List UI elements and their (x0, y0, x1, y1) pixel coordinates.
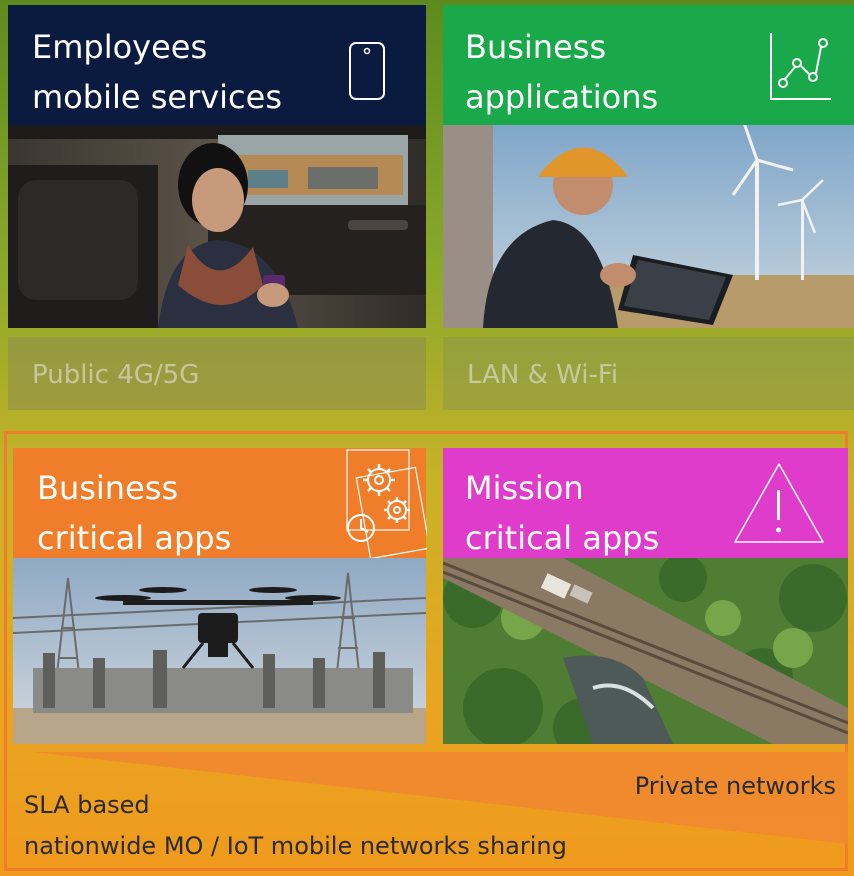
employee-in-car-photo (8, 125, 426, 328)
lan-wifi-band: LAN & Wi-Fi (443, 337, 854, 410)
public-4g-5g-band: Public 4G/5G (8, 337, 426, 410)
business-critical-apps-header: Business critical apps (13, 448, 427, 558)
network-label: LAN & Wi-Fi (467, 360, 619, 390)
smartphone-icon (349, 42, 385, 100)
top-section: Employees mobile services Public 4G/5G B… (0, 0, 854, 410)
employees-mobile-services-header: Employees mobile services (8, 5, 426, 125)
tile-title-line1: Employees (32, 28, 208, 66)
tile-title-line2: critical apps (37, 519, 232, 557)
chart-icon (770, 33, 831, 100)
network-label: Public 4G/5G (32, 360, 200, 390)
tile-title-line1: Mission (465, 469, 584, 507)
mission-critical-apps-header: Mission critical apps (443, 448, 848, 558)
tile-title-line2: applications (465, 78, 659, 116)
worker-wind-turbines-photo (443, 125, 854, 328)
sla-based-label: SLA based (24, 791, 150, 819)
tile-title-line2: critical apps (465, 519, 660, 557)
network-sharing-label: nationwide MO / IoT mobile networks shar… (24, 832, 567, 860)
private-networks-label: Private networks (634, 772, 836, 800)
gears-clock-icon (346, 449, 427, 558)
tile-title-line2: mobile services (32, 78, 282, 116)
damaged-railway-photo (443, 558, 848, 744)
tile-title-line1: Business (465, 28, 607, 66)
drone-substation-photo (13, 558, 426, 744)
business-applications-header: Business applications (443, 5, 854, 125)
tile-title-line1: Business (37, 469, 179, 507)
warning-icon (734, 463, 824, 543)
